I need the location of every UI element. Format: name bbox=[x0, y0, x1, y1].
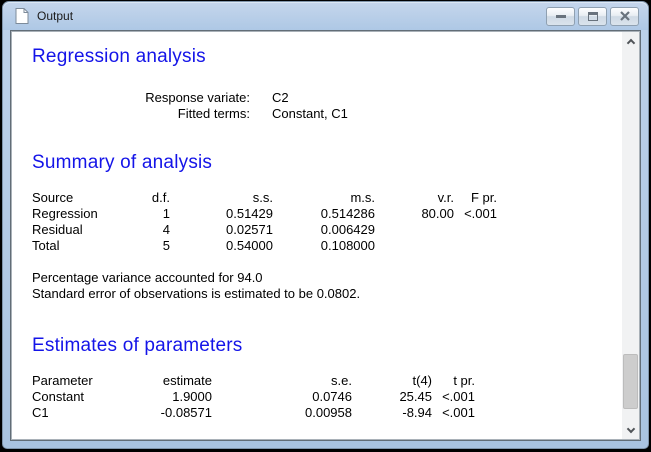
restore-icon bbox=[588, 12, 598, 21]
field-label: Fitted terms: bbox=[32, 106, 250, 122]
cell: 1.9000 bbox=[142, 389, 212, 405]
cell bbox=[375, 222, 454, 238]
column-header: v.r. bbox=[375, 190, 454, 206]
column-header: t(4) bbox=[352, 373, 432, 389]
document-icon bbox=[15, 8, 29, 24]
column-header: Parameter bbox=[32, 373, 142, 389]
analysis-notes: Percentage variance accounted for 94.0 S… bbox=[32, 270, 622, 302]
summary-table: Source d.f. s.s. m.s. v.r. F pr. Regress… bbox=[32, 190, 497, 254]
field-value: Constant, C1 bbox=[272, 106, 348, 121]
cell: 0.00958 bbox=[212, 405, 352, 421]
estimates-table: Parameter estimate s.e. t(4) t pr. Const… bbox=[32, 373, 475, 421]
close-icon bbox=[620, 11, 630, 21]
cell: 0.02571 bbox=[170, 222, 273, 238]
note-standard-error: Standard error of observations is estima… bbox=[32, 286, 622, 302]
chevron-down-icon bbox=[626, 424, 634, 432]
cell: 1 bbox=[142, 206, 170, 222]
table-row: Total 5 0.54000 0.108000 bbox=[32, 238, 497, 254]
table-row: Constant 1.9000 0.0746 25.45 <.001 bbox=[32, 389, 475, 405]
title-bar[interactable]: Output bbox=[3, 2, 648, 30]
heading-regression-analysis: Regression analysis bbox=[32, 46, 622, 68]
table-row: Residual 4 0.02571 0.006429 bbox=[32, 222, 497, 238]
column-header: Source bbox=[32, 190, 142, 206]
cell: C1 bbox=[32, 405, 142, 421]
model-fields: Response variate: C2 Fitted terms: Constan… bbox=[32, 90, 622, 122]
column-header: F pr. bbox=[454, 190, 497, 206]
minimize-icon bbox=[556, 15, 566, 18]
cell: 0.54000 bbox=[170, 238, 273, 254]
vertical-scrollbar[interactable] bbox=[622, 32, 639, 439]
window-controls bbox=[546, 7, 639, 26]
cell bbox=[454, 238, 497, 254]
column-header: s.s. bbox=[170, 190, 273, 206]
close-button[interactable] bbox=[610, 7, 639, 26]
cell: <.001 bbox=[454, 206, 497, 222]
output-document[interactable]: Regression analysis Response variate: C2 … bbox=[12, 32, 622, 439]
field-response-variate: Response variate: C2 bbox=[32, 90, 622, 106]
minimize-button[interactable] bbox=[546, 7, 575, 26]
cell: 5 bbox=[142, 238, 170, 254]
scroll-down-button[interactable] bbox=[622, 422, 639, 439]
restore-button[interactable] bbox=[578, 7, 607, 26]
heading-estimates-of-parameters: Estimates of parameters bbox=[32, 335, 622, 357]
cell: <.001 bbox=[432, 405, 475, 421]
heading-summary-of-analysis: Summary of analysis bbox=[32, 152, 622, 174]
cell: 0.108000 bbox=[273, 238, 375, 254]
cell bbox=[375, 238, 454, 254]
cell: 0.514286 bbox=[273, 206, 375, 222]
field-fitted-terms: Fitted terms: Constant, C1 bbox=[32, 106, 622, 122]
table-row: C1 -0.08571 0.00958 -8.94 <.001 bbox=[32, 405, 475, 421]
cell bbox=[454, 222, 497, 238]
chevron-up-icon bbox=[626, 38, 634, 46]
field-value: C2 bbox=[272, 90, 289, 105]
scrollbar-track[interactable] bbox=[622, 49, 639, 422]
window-title: Output bbox=[37, 9, 73, 23]
cell: 25.45 bbox=[352, 389, 432, 405]
cell: 4 bbox=[142, 222, 170, 238]
table-header-row: Parameter estimate s.e. t(4) t pr. bbox=[32, 373, 475, 389]
cell: 0.0746 bbox=[212, 389, 352, 405]
table-row: Regression 1 0.51429 0.514286 80.00 <.00… bbox=[32, 206, 497, 222]
scroll-up-button[interactable] bbox=[622, 32, 639, 49]
note-variance: Percentage variance accounted for 94.0 bbox=[32, 270, 622, 286]
cell: <.001 bbox=[432, 389, 475, 405]
cell: Total bbox=[32, 238, 142, 254]
column-header: d.f. bbox=[142, 190, 170, 206]
cell: Regression bbox=[32, 206, 142, 222]
scrollbar-thumb[interactable] bbox=[623, 354, 638, 409]
cell: Residual bbox=[32, 222, 142, 238]
column-header: estimate bbox=[142, 373, 212, 389]
output-frame: Regression analysis Response variate: C2 … bbox=[10, 30, 641, 441]
column-header: m.s. bbox=[273, 190, 375, 206]
column-header: t pr. bbox=[432, 373, 475, 389]
cell: 0.006429 bbox=[273, 222, 375, 238]
field-label: Response variate: bbox=[32, 90, 250, 106]
table-header-row: Source d.f. s.s. m.s. v.r. F pr. bbox=[32, 190, 497, 206]
cell: -8.94 bbox=[352, 405, 432, 421]
cell: 0.51429 bbox=[170, 206, 273, 222]
cell: Constant bbox=[32, 389, 142, 405]
cell: -0.08571 bbox=[142, 405, 212, 421]
cell: 80.00 bbox=[375, 206, 454, 222]
column-header: s.e. bbox=[212, 373, 352, 389]
output-window: Output Regression analysis Response vari… bbox=[2, 1, 649, 449]
